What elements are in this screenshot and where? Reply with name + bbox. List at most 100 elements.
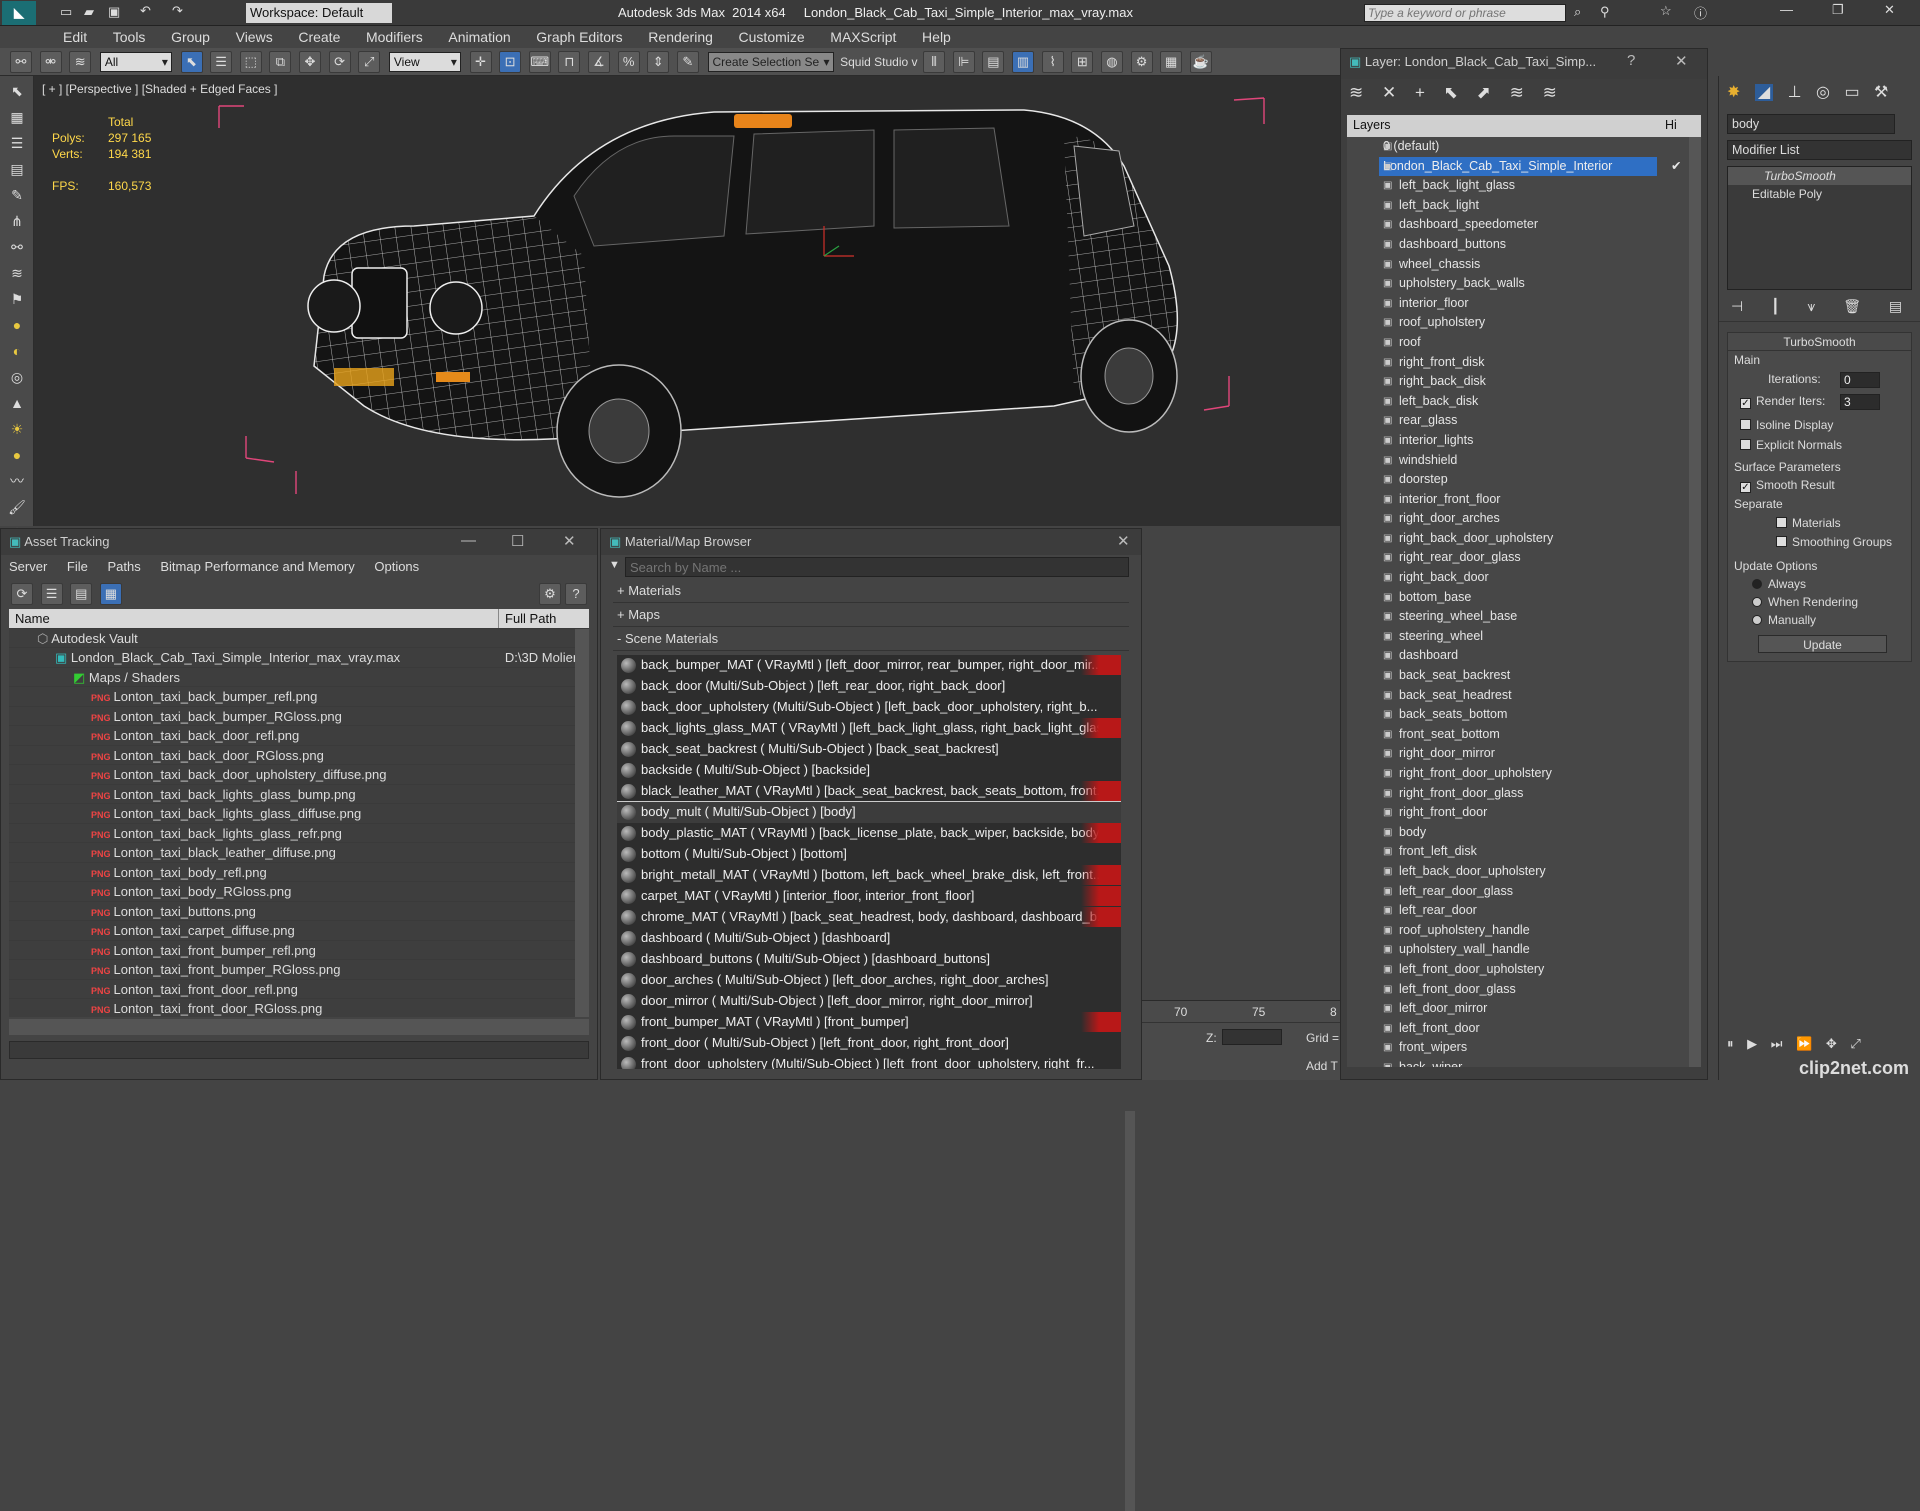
material-item[interactable]: front_door_upholstery (Multi/Sub-Object …: [617, 1054, 1121, 1069]
col-name[interactable]: Name: [9, 609, 499, 628]
menu-bitmap-performance[interactable]: Bitmap Performance and Memory: [152, 555, 362, 578]
rotate-icon[interactable]: ⟳: [328, 51, 351, 73]
snap-icon[interactable]: ⊓: [558, 51, 581, 73]
app-logo-icon[interactable]: ◣: [2, 1, 36, 25]
utilities-tab-icon[interactable]: ⚒: [1874, 84, 1888, 101]
material-item[interactable]: carpet_MAT ( VRayMtl ) [interior_floor, …: [617, 886, 1121, 907]
layer-object-item[interactable]: windshield: [1347, 451, 1701, 471]
rollout-title[interactable]: TurboSmooth: [1728, 333, 1911, 351]
menu-paths[interactable]: Paths: [100, 555, 149, 578]
layer-manager-icon[interactable]: ▤: [982, 51, 1005, 73]
material-item[interactable]: chrome_MAT ( VRayMtl ) [back_seat_headre…: [617, 907, 1121, 928]
layer-object-item[interactable]: dashboard_speedometer: [1347, 215, 1701, 235]
perspective-viewport[interactable]: [ + ] [Perspective ] [Shaded + Edged Fac…: [34, 76, 1340, 526]
layer-object-item[interactable]: front_seat_bottom: [1347, 725, 1701, 745]
material-item[interactable]: dashboard ( Multi/Sub-Object ) [dashboar…: [617, 928, 1121, 949]
table-row[interactable]: PNG Lonton_taxi_black_leather_diffuse.png: [9, 843, 589, 863]
new-file-icon[interactable]: ▭: [60, 4, 72, 20]
open-file-icon[interactable]: ▰: [84, 4, 94, 20]
modifier-list-dropdown[interactable]: Modifier List: [1727, 140, 1912, 160]
material-item[interactable]: back_door_upholstery (Multi/Sub-Object )…: [617, 697, 1121, 718]
help-icon[interactable]: ?: [1627, 52, 1635, 69]
layer-object-item[interactable]: right_door_mirror: [1347, 744, 1701, 764]
menu-edit[interactable]: Edit: [52, 26, 98, 48]
render-iters-spinner[interactable]: 3: [1840, 394, 1880, 410]
material-item[interactable]: front_door ( Multi/Sub-Object ) [left_fr…: [617, 1033, 1121, 1054]
layer-object-item[interactable]: left_front_door_glass: [1347, 980, 1701, 1000]
layer-object-item[interactable]: left_back_light_glass: [1347, 176, 1701, 196]
stack-item-editable-poly[interactable]: Editable Poly: [1728, 185, 1911, 203]
asset-table-scrollbar[interactable]: [575, 629, 589, 1017]
update-button[interactable]: Update: [1758, 635, 1887, 653]
light-tool-icon[interactable]: ●: [6, 314, 28, 336]
brush-tool-icon[interactable]: 🖌: [6, 496, 28, 518]
material-item[interactable]: dashboard_buttons ( Multi/Sub-Object ) […: [617, 949, 1121, 970]
select-layer-icon[interactable]: ⬉: [1444, 83, 1458, 102]
asset-tracking-titlebar[interactable]: ▣ Asset Tracking — ☐ ✕: [1, 529, 597, 555]
select-object-icon[interactable]: ⬉: [180, 51, 203, 73]
when-rendering-radio[interactable]: [1752, 597, 1762, 607]
link-tool-icon[interactable]: ⚯: [6, 236, 28, 258]
timeline-strip[interactable]: 70 75 8 Z: Grid = Add T: [1142, 1000, 1340, 1080]
iterations-spinner[interactable]: 0: [1840, 372, 1880, 388]
show-end-result-icon[interactable]: ┃: [1771, 298, 1779, 314]
menu-help[interactable]: Help: [911, 26, 962, 48]
graphite-icon[interactable]: ▥: [1012, 51, 1035, 73]
workspace-dropdown[interactable]: Workspace: Default: [246, 3, 392, 23]
freeze-all-icon[interactable]: ≋: [1543, 83, 1557, 102]
layer-object-item[interactable]: right_front_door_glass: [1347, 784, 1701, 804]
table-row[interactable]: ▣ London_Black_Cab_Taxi_Simple_Interior_…: [9, 648, 589, 668]
material-item[interactable]: back_door (Multi/Sub-Object ) [left_rear…: [617, 676, 1121, 697]
layer-object-item[interactable]: right_front_door_upholstery: [1347, 764, 1701, 784]
add-to-layer-icon[interactable]: +: [1415, 83, 1425, 102]
layer-object-item[interactable]: left_door_mirror: [1347, 999, 1701, 1019]
layer-object-item[interactable]: right_front_door: [1347, 803, 1701, 823]
spinner-snap-icon[interactable]: ⇕: [647, 51, 670, 73]
list-tool-icon[interactable]: ☰: [6, 132, 28, 154]
menu-group[interactable]: Group: [160, 26, 221, 48]
layer-object-item[interactable]: rear_glass: [1347, 411, 1701, 431]
scale-icon[interactable]: ⤢: [358, 51, 381, 73]
angle-snap-icon[interactable]: ∡: [588, 51, 610, 73]
undo-icon[interactable]: ↶: [140, 3, 151, 19]
refresh-icon[interactable]: ⟳: [11, 583, 33, 605]
modify-tab-icon[interactable]: ◢: [1754, 84, 1774, 101]
selection-filter-dropdown[interactable]: All: [99, 52, 172, 72]
pin-stack-icon[interactable]: ⊣: [1731, 298, 1743, 314]
percent-snap-icon[interactable]: %: [617, 51, 640, 73]
camera-tool-icon[interactable]: ◐: [6, 340, 28, 362]
window-crossing-icon[interactable]: ⧉: [269, 51, 292, 73]
orbit-icon[interactable]: ✥: [1826, 1036, 1837, 1051]
material-item[interactable]: door_arches ( Multi/Sub-Object ) [left_d…: [617, 970, 1121, 991]
layer-object-item[interactable]: left_rear_door: [1347, 901, 1701, 921]
layer-object-item[interactable]: front_left_disk: [1347, 842, 1701, 862]
table-row[interactable]: PNG Lonton_taxi_front_bumper_RGloss.png: [9, 960, 589, 980]
layer-object-item[interactable]: roof_upholstery_handle: [1347, 921, 1701, 941]
menu-server[interactable]: Server: [1, 555, 55, 578]
material-browser-scrollbar[interactable]: [1125, 1111, 1135, 1511]
binoculars-icon[interactable]: ⌕: [1574, 4, 1581, 20]
table-row[interactable]: PNG Lonton_taxi_back_lights_glass_refr.pn…: [9, 824, 589, 843]
hierarchy-tab-icon[interactable]: ⊥: [1788, 84, 1802, 101]
layer-object-item[interactable]: left_rear_door_glass: [1347, 882, 1701, 902]
section-scene-materials[interactable]: - Scene Materials: [613, 631, 1129, 651]
layer-object-item[interactable]: right_back_disk: [1347, 372, 1701, 392]
material-editor-icon[interactable]: ◍: [1100, 51, 1123, 73]
box-tool-icon[interactable]: ▦: [6, 106, 28, 128]
layer-object-item[interactable]: interior_lights: [1347, 431, 1701, 451]
move-icon[interactable]: ✥: [299, 51, 321, 73]
material-item[interactable]: back_bumper_MAT ( VRayMtl ) [left_door_m…: [617, 655, 1121, 676]
configure-sets-icon[interactable]: ▤: [1889, 298, 1902, 314]
layer-object-item[interactable]: steering_wheel: [1347, 627, 1701, 647]
key-icon[interactable]: ⚲: [1600, 4, 1610, 20]
layers-scrollbar[interactable]: [1689, 137, 1701, 1067]
display-tab-icon[interactable]: ▭: [1844, 84, 1859, 101]
menu-customize[interactable]: Customize: [728, 26, 816, 48]
section-maps[interactable]: + Maps: [613, 607, 1129, 627]
table-row[interactable]: PNG Lonton_taxi_back_lights_glass_bump.pn…: [9, 785, 589, 804]
mirror-icon[interactable]: ⫴: [923, 51, 946, 73]
remove-modifier-icon[interactable]: 🗑: [1843, 298, 1861, 314]
smoothing-groups-checkbox[interactable]: [1776, 536, 1787, 547]
layer-object-item[interactable]: back_seat_headrest: [1347, 686, 1701, 706]
layer-object-item[interactable]: left_front_door_upholstery: [1347, 960, 1701, 980]
